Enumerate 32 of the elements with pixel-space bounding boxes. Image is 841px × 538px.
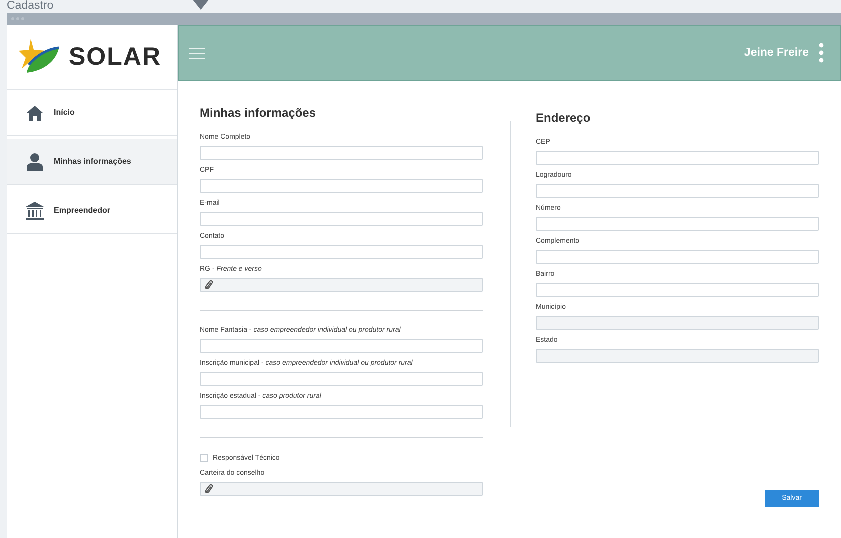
input-field[interactable]	[200, 405, 483, 419]
bank-icon	[26, 202, 44, 220]
user-icon	[26, 152, 44, 170]
more-icon	[819, 43, 824, 63]
attachment-field[interactable]	[200, 482, 483, 496]
sidebar-item[interactable]: Minhas informações	[7, 139, 177, 185]
input-field[interactable]	[536, 283, 819, 297]
input-field[interactable]	[200, 146, 483, 160]
page-title: Cadastro	[7, 0, 54, 13]
paperclip-icon	[205, 484, 214, 494]
checkbox[interactable]	[200, 454, 208, 462]
input-field[interactable]	[536, 151, 819, 165]
menu-icon	[189, 48, 205, 58]
input-field[interactable]	[536, 250, 819, 264]
input-field[interactable]	[200, 245, 483, 259]
input-field[interactable]	[200, 339, 483, 353]
more-button[interactable]	[817, 41, 826, 65]
input-field[interactable]	[536, 184, 819, 198]
section-title: Endereço	[536, 111, 592, 125]
logo-text: SOLAR	[69, 42, 162, 72]
user-name: Jeine Freire	[744, 47, 809, 59]
home-icon	[26, 104, 44, 120]
attachment-field[interactable]	[200, 278, 483, 292]
input-field[interactable]	[536, 217, 819, 231]
input-field[interactable]	[200, 212, 483, 226]
paperclip-icon	[205, 280, 214, 290]
input-field[interactable]	[200, 372, 483, 386]
caret-icon	[193, 0, 209, 10]
logo-icon	[19, 39, 61, 75]
menu-button[interactable]	[187, 46, 207, 60]
section-title: Minhas informações	[200, 106, 318, 120]
input-field[interactable]	[200, 179, 483, 193]
